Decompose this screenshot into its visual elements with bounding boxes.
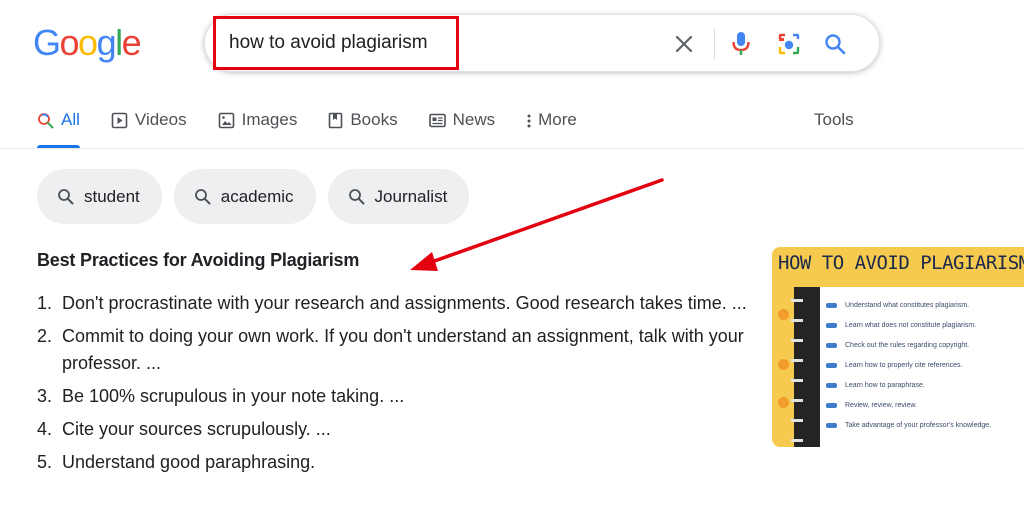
notebook-page: Understand what constitutes plagiarism. … xyxy=(820,287,1024,447)
list-number: 2. xyxy=(37,326,53,346)
camera-lens-icon[interactable] xyxy=(773,28,805,60)
notebook-spine xyxy=(794,287,820,447)
tab-more[interactable]: More xyxy=(526,108,577,150)
featured-snippet-title: Best Practices for Avoiding Plagiarism xyxy=(37,250,360,270)
search-query-text: how to avoid plagiarism xyxy=(229,32,428,53)
thumbnail-item-text: Review, review, review. xyxy=(845,402,917,409)
pencil-icon xyxy=(826,343,837,348)
google-logo[interactable]: Google xyxy=(33,22,142,63)
search-icon xyxy=(194,189,211,205)
tab-label: Images xyxy=(241,110,298,129)
thumbnail-item-text: Take advantage of your professor's knowl… xyxy=(845,422,992,429)
pencil-icon xyxy=(826,363,837,368)
list-text: Cite your sources scrupulously. ... xyxy=(62,419,331,439)
microphone-icon[interactable] xyxy=(725,28,757,60)
more-vertical-icon xyxy=(527,114,531,128)
chip-label: Journalist xyxy=(374,186,448,206)
notebook-ring xyxy=(791,379,803,382)
thumbnail-item: Learn how to paraphrase. xyxy=(826,381,1016,390)
tab-books[interactable]: Books xyxy=(328,108,398,150)
search-icon xyxy=(348,189,365,205)
search-icon xyxy=(58,189,74,205)
thumbnail-item: Review, review, review. xyxy=(826,401,1016,410)
chip-student[interactable]: student xyxy=(37,169,162,224)
thumbnail-item-text: Learn how to paraphrase. xyxy=(845,382,925,389)
logo-letter: e xyxy=(121,22,142,63)
notebook-ring xyxy=(791,299,803,302)
list-text: Don't procrastinate with your research a… xyxy=(62,293,747,313)
logo-letter: G xyxy=(33,22,61,63)
notebook-ring xyxy=(791,399,803,402)
tab-label: Videos xyxy=(134,110,187,129)
thumbnail-item-text: Check out the rules regarding copyright. xyxy=(845,342,970,349)
list-item: 1. Don't procrastinate with your research… xyxy=(37,290,747,317)
logo-letter: o xyxy=(59,22,80,63)
tab-images[interactable]: Images xyxy=(218,108,298,150)
list-number: 5. xyxy=(37,452,53,472)
thumbnail-title: HOW TO AVOID PLAGIARISM xyxy=(778,252,1024,274)
news-icon xyxy=(428,113,446,128)
tab-label: Books xyxy=(350,110,398,129)
tab-news[interactable]: News xyxy=(428,108,496,150)
thumbnail-item-text: Learn what does not constitute plagiaris… xyxy=(845,322,977,329)
list-number: 1. xyxy=(37,293,53,313)
logo-letter: o xyxy=(78,22,98,63)
tab-label: All xyxy=(61,110,80,129)
list-item: 5. Understand good paraphrasing. xyxy=(37,449,747,476)
list-number: 4. xyxy=(37,419,53,439)
search-tabs: All Videos Images Books News More xyxy=(37,108,608,150)
snippet-thumbnail-image[interactable]: HOW TO AVOID PLAGIARISM Understand what … xyxy=(772,247,1024,447)
notebook-ring xyxy=(791,319,803,322)
clear-icon[interactable] xyxy=(668,28,700,60)
search-icon[interactable] xyxy=(819,28,851,60)
pencil-icon xyxy=(826,423,837,428)
list-item: 2. Commit to doing your own work. If you … xyxy=(37,323,747,377)
search-icon xyxy=(38,113,54,129)
tab-all[interactable]: All xyxy=(37,108,80,150)
logo-letter: g xyxy=(96,22,117,63)
pencil-icon xyxy=(826,383,837,388)
thumbnail-item: Check out the rules regarding copyright. xyxy=(826,341,1016,350)
search-box-icons xyxy=(668,28,851,60)
chip-academic[interactable]: academic xyxy=(173,169,316,224)
pencil-icon xyxy=(826,403,837,408)
search-box-divider xyxy=(714,29,715,59)
pencil-icon xyxy=(826,323,837,328)
notebook-ring xyxy=(791,419,803,422)
thumbnail-item-text: Learn how to properly cite references. xyxy=(845,362,963,369)
list-text: Understand good paraphrasing. xyxy=(62,452,316,472)
list-text: Commit to doing your own work. If you do… xyxy=(62,326,744,373)
notebook-ring xyxy=(791,359,803,362)
book-icon xyxy=(329,112,343,129)
list-text: Be 100% scrupulous in your note taking. … xyxy=(62,386,405,406)
thumbnail-item: Take advantage of your professor's knowl… xyxy=(826,421,1016,430)
search-input[interactable]: how to avoid plagiarism xyxy=(213,16,459,70)
pencil-icon xyxy=(826,303,837,308)
list-number: 3. xyxy=(37,386,53,406)
thumbnail-item: Learn what does not constitute plagiaris… xyxy=(826,321,1016,330)
image-icon xyxy=(218,112,234,129)
decor-dot xyxy=(778,397,789,408)
refinement-chips: student academic Journalist xyxy=(37,169,481,224)
decor-dot xyxy=(778,359,789,370)
notebook-ring xyxy=(791,339,803,342)
tools-button[interactable]: Tools xyxy=(814,110,854,130)
tab-label: More xyxy=(538,110,577,129)
play-icon xyxy=(111,112,128,129)
tabs-divider xyxy=(0,148,1024,149)
list-item: 3. Be 100% scrupulous in your note taking… xyxy=(37,383,747,410)
decor-dot xyxy=(778,309,789,320)
chip-label: student xyxy=(84,186,140,206)
tab-videos[interactable]: Videos xyxy=(111,108,187,150)
thumbnail-item: Understand what constitutes plagiarism. xyxy=(826,301,1016,310)
list-item: 4. Cite your sources scrupulously. ... xyxy=(37,416,747,443)
featured-snippet-list: 1. Don't procrastinate with your research… xyxy=(37,290,747,482)
chip-journalist[interactable]: Journalist xyxy=(327,169,470,224)
thumbnail-item-text: Understand what constitutes plagiarism. xyxy=(845,302,970,309)
notebook-ring xyxy=(791,439,803,442)
chip-label: academic xyxy=(220,186,294,206)
tab-label: News xyxy=(452,110,496,129)
thumbnail-item: Learn how to properly cite references. xyxy=(826,361,1016,370)
